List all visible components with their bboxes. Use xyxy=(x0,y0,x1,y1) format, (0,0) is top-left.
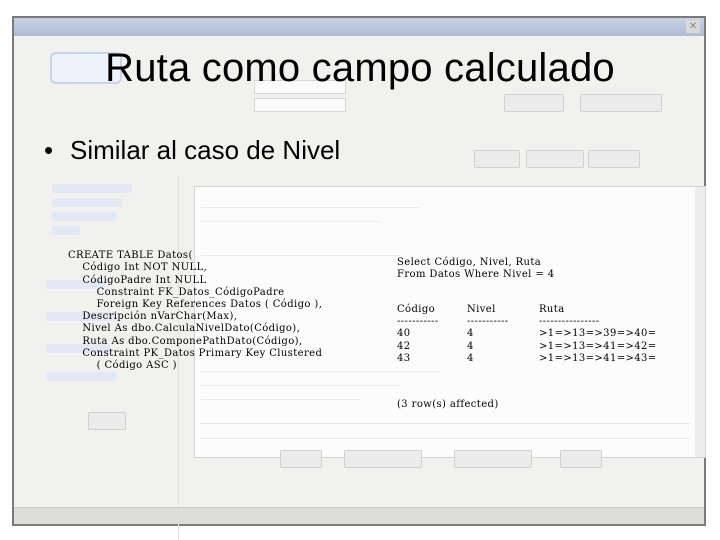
background-link xyxy=(52,212,116,221)
code-line: Constraint FK_Datos_CódigoPadre xyxy=(68,286,285,298)
background-titlebar: ✕ xyxy=(14,18,704,36)
background-link xyxy=(52,184,132,193)
result-separator: ----------- xyxy=(467,316,509,328)
result-cell: 43 xyxy=(397,352,411,364)
result-cell: 4 xyxy=(467,340,474,352)
result-cell: 42 xyxy=(397,340,411,352)
query-result: Código Nivel Ruta ----------- ----------… xyxy=(397,282,657,421)
code-line: ( Código ASC ) xyxy=(68,359,177,371)
code-line: CREATE TABLE Datos( xyxy=(68,250,193,262)
result-header: Ruta xyxy=(539,304,565,315)
background-button xyxy=(280,450,322,468)
code-line: Ruta As dbo.ComponePathDato(Código), xyxy=(68,335,303,347)
background-button xyxy=(580,94,662,112)
result-separator-row: ----------- ----------- ---------------- xyxy=(397,316,657,328)
query-line: Select Código, Nivel, Ruta xyxy=(397,257,542,269)
slide-title: Ruta como campo calculado xyxy=(105,46,615,90)
result-cell: 4 xyxy=(467,328,474,340)
bullet-icon: • xyxy=(44,135,54,165)
background-button xyxy=(454,450,532,468)
background-button xyxy=(560,450,602,468)
background-field xyxy=(254,98,346,112)
background-button xyxy=(474,150,520,168)
background-button xyxy=(526,150,584,168)
result-cell: 4 xyxy=(467,352,474,364)
query-line: From Datos Where Nivel = 4 xyxy=(397,269,555,281)
result-header: Nivel xyxy=(467,304,496,315)
background-statusbar xyxy=(14,507,704,524)
background-button xyxy=(88,412,126,430)
result-separator: ----------- xyxy=(397,316,439,328)
rows-affected: (3 row(s) affected) xyxy=(397,399,499,411)
table-row: 42 4 >1=>13=>41=>42= xyxy=(397,341,657,353)
code-line: Foreign Key References Datos ( Código ), xyxy=(68,298,323,310)
result-separator: ---------------- xyxy=(539,316,600,328)
result-table: Código Nivel Ruta ----------- ----------… xyxy=(397,304,657,365)
code-line: Código Int NOT NULL, xyxy=(68,262,208,274)
background-button xyxy=(588,150,640,168)
code-line: Constraint PK_Datos Primary Key Clustere… xyxy=(68,347,323,359)
table-row: 40 4 >1=>13=>39=>40= xyxy=(397,328,657,340)
result-header-row: Código Nivel Ruta xyxy=(397,304,657,316)
background-link xyxy=(52,226,80,235)
close-icon: ✕ xyxy=(686,20,700,33)
code-line: Descripción nVarChar(Max), xyxy=(68,311,238,323)
create-table-code: CREATE TABLE Datos( Código Int NOT NULL,… xyxy=(68,238,322,384)
table-row: 43 4 >1=>13=>41=>43= xyxy=(397,353,657,365)
result-cell: 40 xyxy=(397,328,411,340)
result-cell: >1=>13=>39=>40= xyxy=(539,328,657,340)
bullet-text: Similar al caso de Nivel xyxy=(70,135,341,165)
code-line: Nivel As dbo.CalculaNivelDato(Código), xyxy=(68,323,301,335)
code-line: CódigoPadre Int NULL xyxy=(68,274,207,286)
bullet-item: • Similar al caso de Nivel xyxy=(44,130,340,170)
background-button xyxy=(504,94,564,112)
background-scrollbar xyxy=(695,187,705,457)
result-header: Código xyxy=(397,304,436,315)
result-cell: >1=>13=>41=>42= xyxy=(539,340,657,352)
result-cell: >1=>13=>41=>43= xyxy=(539,352,657,364)
background-button xyxy=(344,450,422,468)
background-link xyxy=(52,198,122,207)
